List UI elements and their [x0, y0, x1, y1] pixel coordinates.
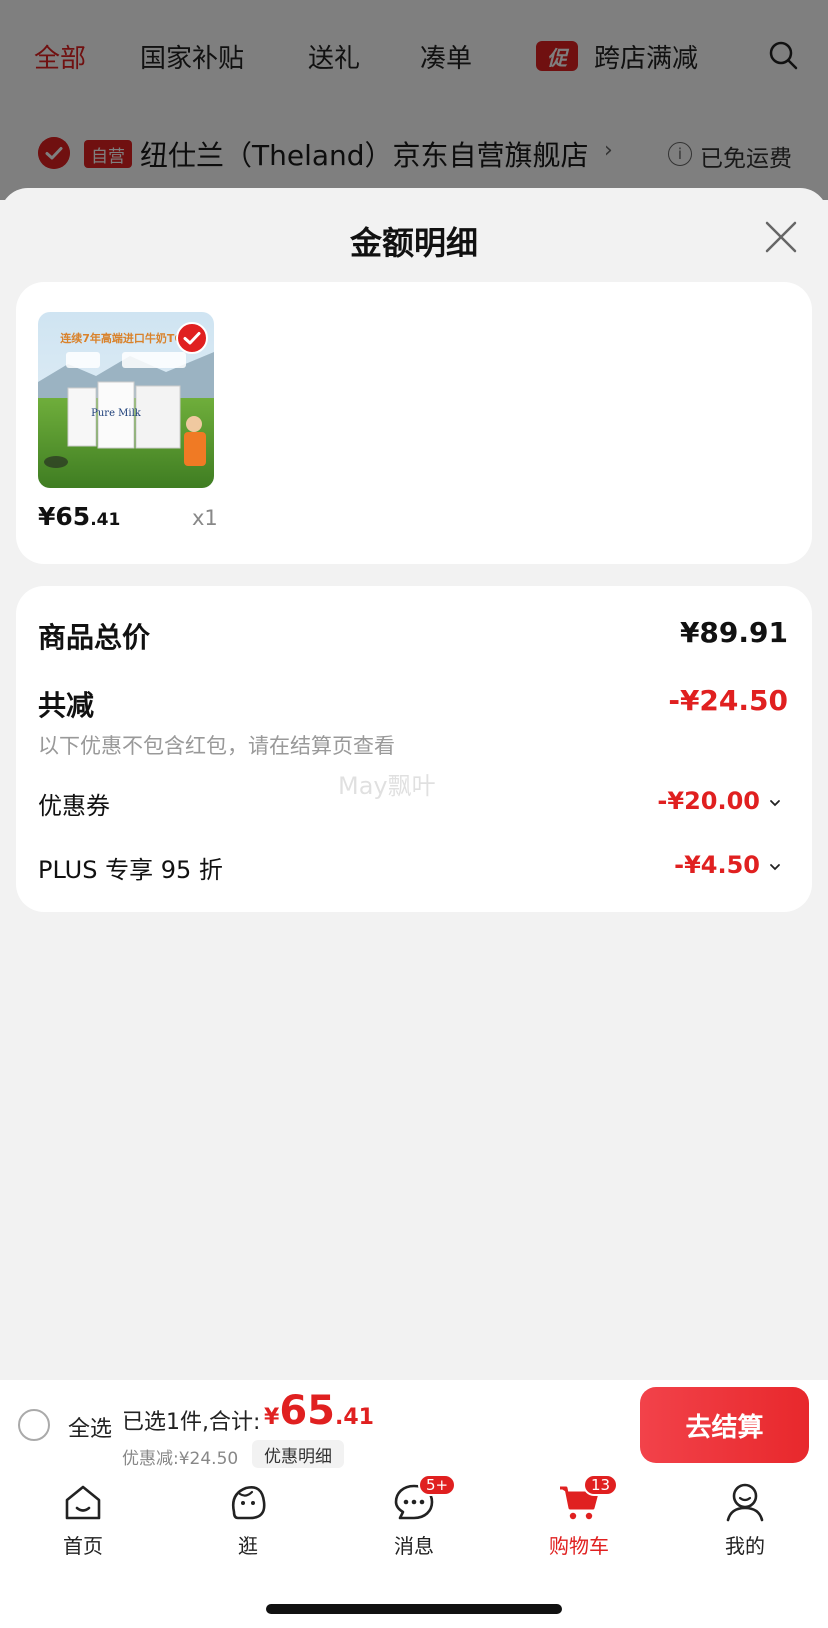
cart-badge: 13 — [583, 1474, 619, 1496]
watermark: May飘叶 — [338, 772, 436, 800]
total-label: 商品总价 — [38, 621, 151, 654]
select-all-label[interactable]: 全选 — [68, 1411, 112, 1443]
discount-detail-button[interactable]: 优惠明细 — [252, 1440, 344, 1468]
nav-messages[interactable]: 5+ 消息 — [354, 1474, 474, 1559]
dim-overlay[interactable] — [0, 0, 828, 200]
selected-check-icon — [176, 322, 208, 354]
image-brand: Pure Milk — [91, 408, 142, 419]
coupon-value[interactable]: -¥20.00 — [657, 787, 760, 815]
nav-home-label: 首页 — [63, 1534, 103, 1558]
product-price: ¥65.41 — [38, 502, 120, 531]
browse-icon — [231, 1486, 266, 1520]
nav-me-label: 我的 — [725, 1534, 765, 1558]
summary-price: ¥65.41 — [264, 1388, 374, 1434]
select-all-radio[interactable] — [18, 1409, 50, 1441]
home-indicator — [266, 1604, 562, 1614]
discount-note: 以下优惠不包含红包，请在结算页查看 — [38, 734, 395, 758]
selected-summary: 已选1件,合计: — [122, 1410, 261, 1435]
plus-discount-value[interactable]: -¥4.50 — [674, 851, 760, 879]
product-price-int: ¥65 — [38, 502, 91, 531]
summary-price-yen: ¥ — [264, 1405, 280, 1430]
checkout-button[interactable]: 去结算 — [640, 1387, 809, 1463]
nav-cart[interactable]: 13 购物车 — [519, 1474, 639, 1559]
nav-messages-label: 消息 — [394, 1534, 434, 1558]
cart-icon-wrap: 13 — [557, 1474, 619, 1524]
discount-amount: 优惠减:¥24.50 — [122, 1449, 239, 1469]
nav-home[interactable]: 首页 — [23, 1480, 143, 1559]
coupon-label[interactable]: 优惠券 — [38, 786, 110, 821]
nav-cart-label: 购物车 — [549, 1534, 609, 1558]
reduce-label: 共减 — [38, 689, 95, 722]
nav-me[interactable]: 我的 — [685, 1480, 805, 1559]
product-image[interactable]: 连续7年高端进口牛奶TOP Pure Milk — [38, 312, 214, 488]
sheet-title: 金额明细 — [349, 224, 478, 262]
summary-price-dec: .41 — [334, 1405, 374, 1430]
product-price-dec: .41 — [90, 510, 121, 530]
home-icon — [65, 1485, 101, 1520]
plus-discount-label[interactable]: PLUS 专享 95 折 — [38, 850, 223, 885]
image-banner: 连续7年高端进口牛奶TOP — [60, 331, 192, 345]
product-quantity: x1 — [192, 506, 218, 530]
user-icon — [726, 1483, 764, 1522]
coupon-chevron-down-icon[interactable] — [768, 796, 782, 810]
total-value: ¥89.91 — [679, 616, 788, 649]
summary-price-int: 65 — [279, 1388, 335, 1434]
messages-icon-wrap: 5+ — [392, 1474, 457, 1524]
nav-browse[interactable]: 逛 — [188, 1480, 308, 1559]
close-icon[interactable] — [762, 218, 800, 256]
plus-chevron-down-icon[interactable] — [768, 860, 782, 874]
reduce-value: -¥24.50 — [668, 684, 788, 717]
nav-browse-label: 逛 — [238, 1534, 258, 1558]
messages-badge: 5+ — [418, 1474, 457, 1496]
